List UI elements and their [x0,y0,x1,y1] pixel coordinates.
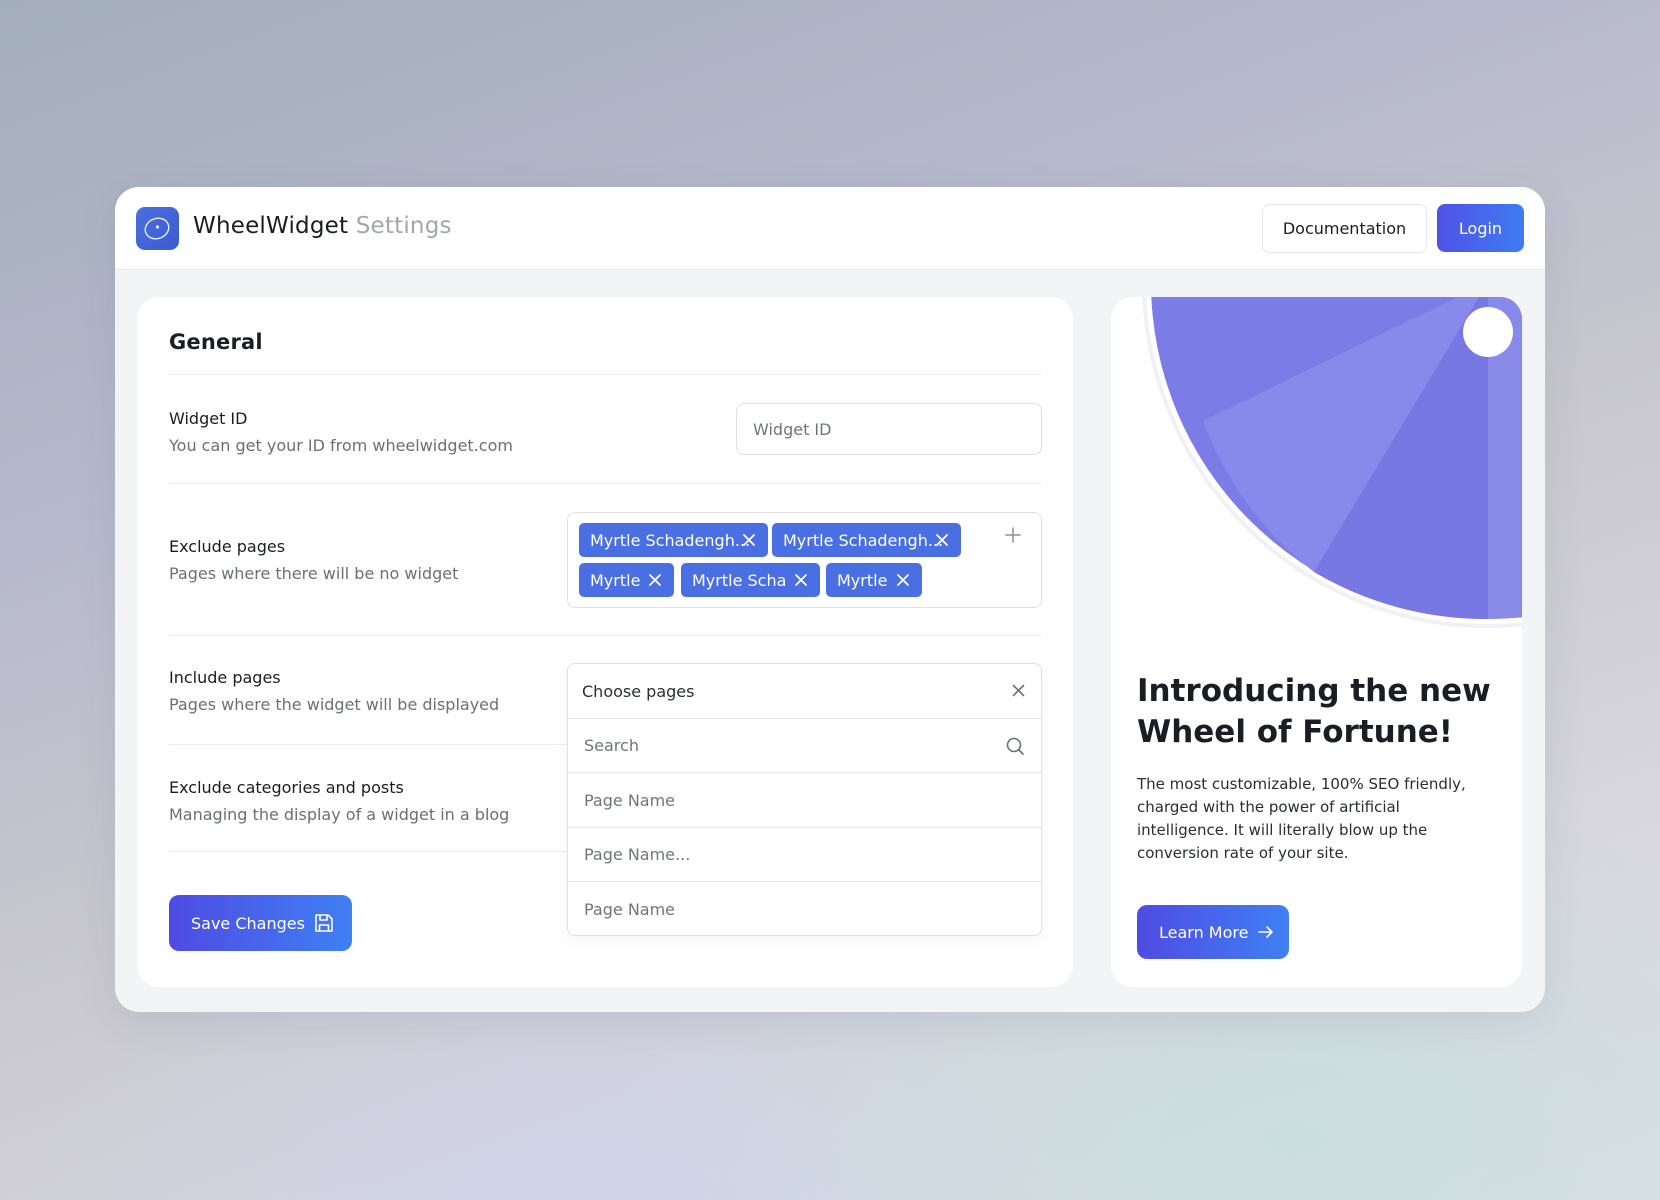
include-pages-title: Include pages [169,668,281,687]
promo-description: The most customizable, 100% SEO friendly… [1137,775,1466,862]
exclude-categories-subtitle: Managing the display of a widget in a bl… [169,805,510,824]
dropdown-search-field[interactable]: Search [568,719,1041,773]
app-title: WheelWidget Settings [193,213,452,239]
remove-tag-icon[interactable] [742,533,756,547]
divider [169,744,574,745]
exclude-pages-title: Exclude pages [169,537,286,556]
wheel-logo-icon[interactable] [136,207,179,250]
remove-tag-icon[interactable] [794,573,808,587]
wheel-pin-icon [1463,307,1513,357]
exclude-pages-subtitle: Pages where there will be no widget [169,564,459,583]
fortune-wheel-illustration [1142,297,1522,628]
include-pages-subtitle: Pages where the widget will be displayed [169,695,500,714]
search-input[interactable]: Search [584,736,639,755]
remove-tag-icon[interactable] [896,573,910,587]
top-bar: WheelWidget Settings Documentation Login [115,187,1545,270]
settings-window: WheelWidget Settings Documentation Login… [115,187,1545,1012]
general-settings-card: General Widget ID You can get your ID fr… [137,297,1073,987]
divider [169,851,574,852]
widget-id-title: Widget ID [169,409,248,428]
tag-label: Myrtle [590,570,641,590]
section-title: General [169,330,263,354]
dropdown-option[interactable]: Page Name [568,774,1041,828]
include-pages-dropdown[interactable]: Choose pages Search Page Name Page Name.… [567,663,1042,936]
learn-more-button[interactable]: Learn More [1137,905,1289,959]
dropdown-option[interactable]: Page Name... [568,828,1041,882]
page-tag[interactable]: Myrtle Schadengh... [772,523,961,557]
divider [169,374,1042,375]
page-tag[interactable]: Myrtle Schadengh... [579,523,768,557]
save-button-label: Save Changes [191,913,305,933]
arrow-right-icon [1258,926,1273,938]
close-icon[interactable] [1012,684,1025,697]
widget-id-input[interactable]: Widget ID [736,403,1042,455]
page-tag[interactable]: Myrtle [579,563,674,597]
add-page-icon[interactable] [1005,527,1021,543]
promo-title: Introducing the new Wheel of Fortune! [1137,673,1491,750]
remove-tag-icon[interactable] [648,573,662,587]
exclude-categories-title: Exclude categories and posts [169,778,404,797]
tag-label: Myrtle [837,570,888,590]
divider [169,635,1042,636]
search-icon [1006,737,1024,755]
brand-suffix: Settings [355,213,452,239]
page-tag[interactable]: Myrtle [826,563,922,597]
promo-card: Introducing the new Wheel of Fortune! Th… [1111,297,1522,987]
remove-tag-icon[interactable] [935,533,949,547]
tag-label: Myrtle Schadengh... [590,530,751,550]
dropdown-header[interactable]: Choose pages [568,664,1041,719]
save-icon [315,914,333,932]
tag-label: Myrtle Schadengh... [783,530,944,550]
dropdown-label: Choose pages [582,681,695,701]
tag-label: Myrtle Scha [692,570,787,590]
login-button[interactable]: Login [1437,204,1524,252]
documentation-button[interactable]: Documentation [1262,204,1427,253]
divider [169,483,1042,484]
brand-name: WheelWidget [193,213,349,239]
dropdown-option[interactable]: Page Name [568,882,1041,936]
exclude-pages-tag-input[interactable]: Myrtle Schadengh... Myrtle Schadengh... … [567,512,1042,608]
widget-id-subtitle: You can get your ID from wheelwidget.com [169,436,513,455]
page-tag[interactable]: Myrtle Scha [681,563,820,597]
learn-more-label: Learn More [1159,922,1249,942]
save-changes-button[interactable]: Save Changes [169,895,352,951]
